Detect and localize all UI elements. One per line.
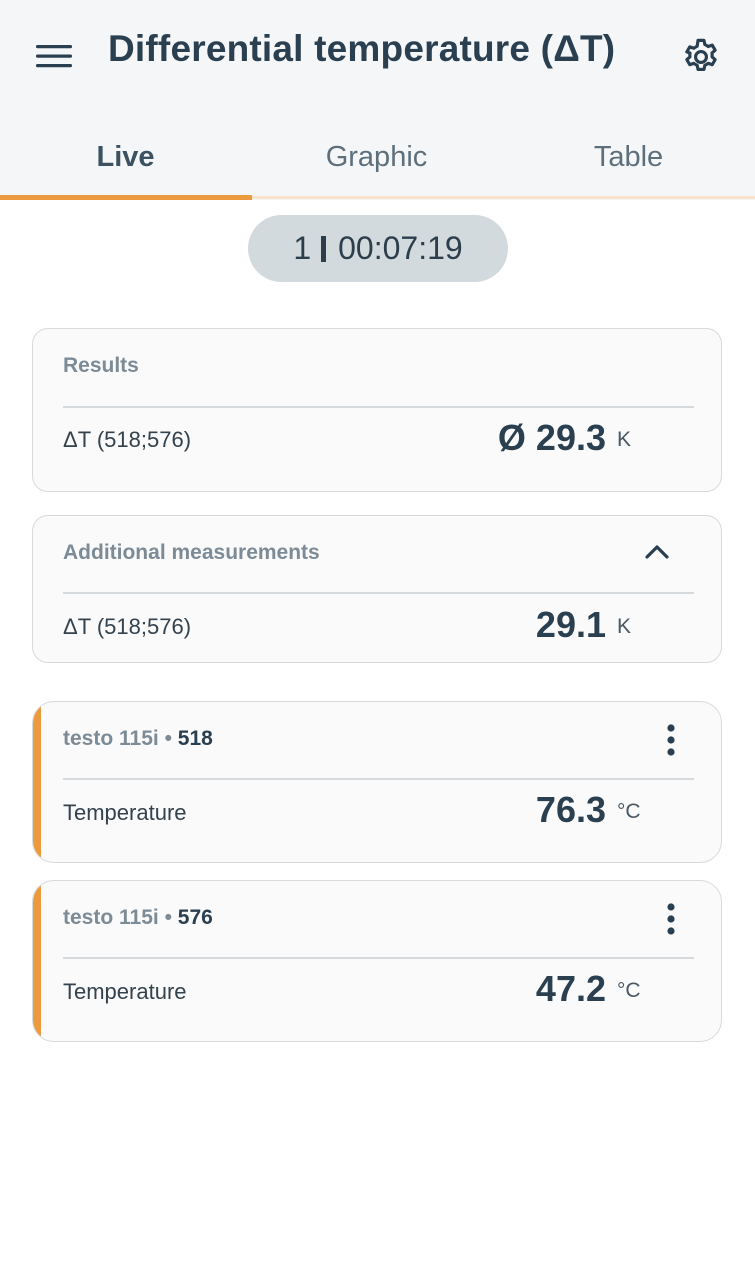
additional-label: ΔT (518;576) xyxy=(63,614,192,639)
settings-button[interactable] xyxy=(680,36,722,78)
probe-serial: 518 xyxy=(177,727,213,750)
menu-button[interactable] xyxy=(34,38,74,74)
gear-icon xyxy=(685,38,717,72)
tab-active-indicator xyxy=(0,195,252,200)
card-divider xyxy=(63,406,694,408)
probe-device-name: testo 115i xyxy=(63,906,159,929)
timer-separator xyxy=(321,236,327,262)
results-card: Results ΔT (518;576) Ø 29.3 K xyxy=(32,328,722,492)
probe-options-button[interactable] xyxy=(657,720,685,760)
probe-measurement-unit: °C xyxy=(617,800,641,823)
probe-header: testo 115i • 576 xyxy=(63,906,213,930)
result-label: ΔT (518;576) xyxy=(63,427,192,452)
results-title: Results xyxy=(63,354,139,377)
hamburger-menu-icon xyxy=(36,45,72,68)
measurement-timer: 1 00:07:19 xyxy=(248,215,508,282)
additional-measurements-card: Additional measurements ΔT (518;576) 29.… xyxy=(32,515,722,663)
probe-options-button[interactable] xyxy=(657,899,685,939)
tab-live[interactable]: Live xyxy=(0,118,251,196)
more-vertical-icon xyxy=(667,903,675,935)
tab-graphic[interactable]: Graphic xyxy=(251,118,502,196)
probe-card: testo 115i • 518 Temperature 76.3 °C xyxy=(32,701,722,863)
card-divider xyxy=(63,957,694,959)
card-divider xyxy=(63,778,694,780)
probe-measurement-value: 47.2 xyxy=(535,968,606,1009)
app-header: Differential temperature (ΔT) Live Graph… xyxy=(0,0,755,200)
result-value: Ø 29.3 xyxy=(497,417,606,458)
probe-measurement-label: Temperature xyxy=(63,800,187,825)
probe-measurement-value: 76.3 xyxy=(535,789,606,830)
additional-value: 29.1 xyxy=(535,604,606,645)
probe-card: testo 115i • 576 Temperature 47.2 °C xyxy=(32,880,722,1042)
timer-elapsed: 00:07:19 xyxy=(338,230,463,266)
probe-device-name: testo 115i xyxy=(63,727,159,750)
probe-accent-bar xyxy=(33,881,41,1041)
card-divider xyxy=(63,592,694,594)
probe-accent-bar xyxy=(33,702,41,862)
probe-separator: • xyxy=(164,727,172,750)
timer-index: 1 xyxy=(293,230,312,266)
probe-measurement-label: Temperature xyxy=(63,979,187,1004)
probe-header: testo 115i • 518 xyxy=(63,727,213,751)
additional-unit: K xyxy=(617,615,632,638)
probe-separator: • xyxy=(164,906,172,929)
tab-bar: Live Graphic Table xyxy=(0,118,755,200)
more-vertical-icon xyxy=(667,724,675,756)
tab-table[interactable]: Table xyxy=(503,118,754,196)
additional-title: Additional measurements xyxy=(63,541,320,564)
probe-serial: 576 xyxy=(177,906,213,929)
collapse-button[interactable] xyxy=(639,536,675,566)
chevron-up-icon xyxy=(645,545,669,559)
result-unit: K xyxy=(617,428,632,451)
page-title: Differential temperature (ΔT) xyxy=(108,28,616,69)
probe-measurement-unit: °C xyxy=(617,979,641,1002)
